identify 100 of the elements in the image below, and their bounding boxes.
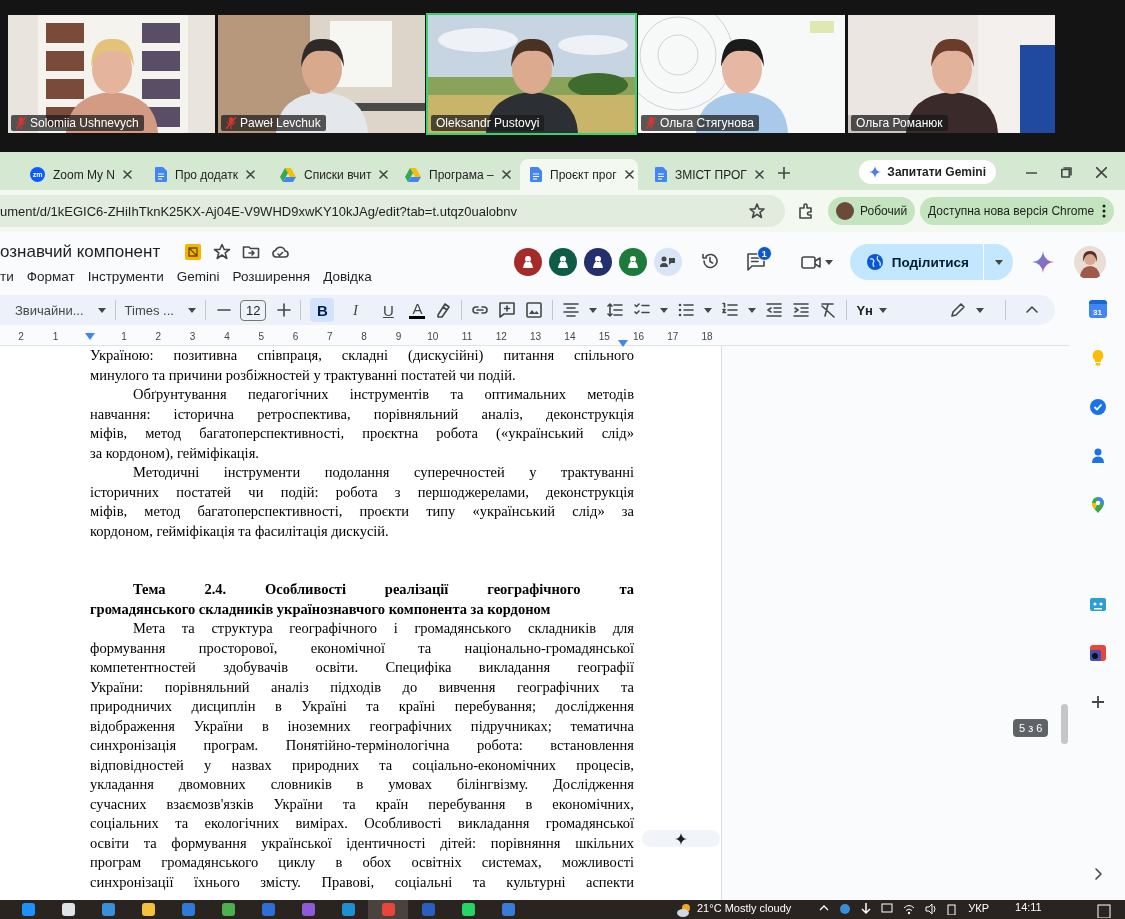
menu-item[interactable]: ти [0, 269, 14, 284]
calendar-icon[interactable]: 31 [1088, 300, 1107, 318]
comments-button[interactable]: 1 [739, 246, 772, 278]
avatar-icon[interactable] [548, 248, 577, 276]
align-icon[interactable] [562, 301, 581, 319]
avatar-icon[interactable] [1074, 246, 1106, 278]
indent-marker-icon[interactable] [84, 333, 95, 340]
close-icon[interactable] [123, 170, 132, 179]
chat-icon[interactable] [653, 248, 682, 276]
app-square-icon[interactable] [1088, 644, 1107, 662]
weather-icon[interactable] [676, 902, 692, 917]
document-title[interactable]: ознавчий компонент [0, 242, 161, 262]
profile-button[interactable]: Робочий [828, 197, 916, 225]
extension-icon[interactable] [798, 203, 814, 219]
bulleted-list-icon[interactable] [677, 301, 696, 319]
ruler-number: 14 [563, 331, 577, 342]
menu-item[interactable]: Розширення [232, 269, 311, 284]
font-dropdown[interactable]: Times ... [124, 302, 196, 318]
star-icon[interactable] [213, 243, 232, 261]
update-chrome-button[interactable]: Доступна нова версія Chrome [920, 197, 1115, 225]
close-icon[interactable] [379, 170, 389, 179]
add-comment-icon[interactable] [498, 301, 517, 319]
caret-icon[interactable] [994, 259, 1003, 265]
increase-size-icon[interactable] [275, 301, 292, 319]
decrease-indent-icon[interactable] [765, 301, 784, 319]
weather-text[interactable]: 21°C Mostly cloudy [697, 900, 792, 914]
menu-item[interactable]: Довідка [323, 269, 372, 284]
highlighter-icon[interactable] [434, 301, 453, 319]
format-button[interactable]: U [376, 298, 401, 322]
more-icon[interactable] [1102, 204, 1107, 218]
monitor-icon[interactable] [881, 903, 894, 915]
paragraph: Україною: позитивна співпраця, складні (дискусійні) питання спільного минулого та причини розбіжностей у трактуванні постатей чи подій. [90, 346, 634, 385]
new-tab-icon[interactable] [778, 166, 790, 179]
caret-icon[interactable] [97, 307, 106, 313]
format-button[interactable]: B [310, 298, 335, 322]
format-button[interactable]: I [343, 298, 368, 322]
speaker-icon[interactable] [925, 903, 938, 915]
document-icon [530, 167, 542, 182]
close-icon[interactable] [501, 170, 511, 179]
browser-tab[interactable]: Програма – [395, 159, 513, 190]
caret-icon[interactable] [660, 307, 669, 313]
star-icon[interactable] [749, 203, 765, 219]
browser-tab[interactable]: ЗМІСТ ПРОГ [645, 159, 763, 190]
document-status-icon[interactable] [184, 243, 203, 261]
notifications-icon[interactable] [1097, 904, 1111, 918]
browser-tab[interactable]: Про додатк [145, 159, 263, 190]
sparkle-icon[interactable] [1032, 251, 1054, 273]
caret-icon[interactable] [704, 307, 713, 313]
ruler-number: 15 [597, 331, 611, 342]
avatar-icon[interactable] [618, 248, 647, 276]
pencil-icon[interactable] [949, 301, 967, 319]
menu-item[interactable]: Інструменти [87, 269, 164, 284]
numbered-list-icon[interactable] [721, 301, 740, 319]
app-icon [20, 902, 36, 917]
scrollbar-thumb[interactable] [1061, 704, 1068, 744]
close-icon[interactable] [1096, 166, 1107, 178]
font-size-field[interactable]: 12 [239, 299, 267, 321]
caret-icon[interactable] [589, 307, 598, 313]
clear-formatting-icon[interactable] [819, 301, 838, 319]
download-icon[interactable] [861, 903, 872, 915]
style-dropdown[interactable]: Звичайни... [15, 302, 106, 318]
clock[interactable]: 14:11 [1015, 900, 1042, 913]
close-icon[interactable] [754, 170, 764, 179]
menu-item[interactable]: Gemini [176, 269, 220, 284]
app-icon [380, 902, 396, 917]
share-button[interactable]: Поділитися [849, 244, 983, 280]
tasks-icon[interactable] [1088, 398, 1107, 416]
browser-tab[interactable]: Проєкт прог [520, 159, 638, 190]
caret-icon[interactable] [748, 307, 757, 313]
address-field[interactable]: ument/d/1kEGIC6-ZHiIhTknK25KX-Aj04E-V9WHD9xwKY10kJAg/edit?tab=t.utqz0ualobnv [0, 195, 785, 227]
avatar-icon[interactable] [583, 248, 612, 276]
increase-indent-icon[interactable] [792, 301, 811, 319]
caret-icon[interactable] [976, 307, 984, 313]
participant-name: Oleksandr Pustovyi [436, 116, 540, 130]
wifi-icon[interactable] [903, 903, 916, 915]
close-icon[interactable] [246, 170, 255, 179]
input-tools-button[interactable]: Yн [856, 302, 887, 318]
maximize-icon[interactable] [1061, 166, 1072, 178]
gemini-button[interactable]: Запитати Gemini [859, 160, 996, 184]
language-indicator[interactable]: УКР [968, 900, 989, 914]
close-icon[interactable] [624, 170, 634, 179]
line-spacing-icon[interactable] [606, 301, 625, 319]
ruler-number: 1 [120, 331, 128, 342]
network-icon[interactable] [839, 903, 852, 915]
battery-icon[interactable] [947, 903, 957, 915]
chevron-up-icon[interactable] [819, 903, 830, 913]
caret-icon[interactable] [187, 307, 196, 313]
move-folder-icon[interactable] [242, 243, 261, 261]
avatar-icon[interactable] [513, 248, 542, 276]
cloud-icon[interactable] [271, 243, 290, 261]
menu-item[interactable]: Формат [26, 269, 75, 284]
image-icon[interactable] [525, 301, 544, 319]
ruler-number: 13 [529, 331, 543, 342]
robot-icon[interactable] [1088, 595, 1107, 613]
gemini-floating-button[interactable] [642, 830, 720, 847]
browser-tab[interactable]: Списки вчит [270, 159, 388, 190]
comment-icon[interactable] [745, 252, 766, 272]
caret-icon[interactable] [878, 307, 887, 313]
caret-icon[interactable] [824, 259, 833, 265]
text-color-button[interactable]: A [409, 301, 426, 319]
